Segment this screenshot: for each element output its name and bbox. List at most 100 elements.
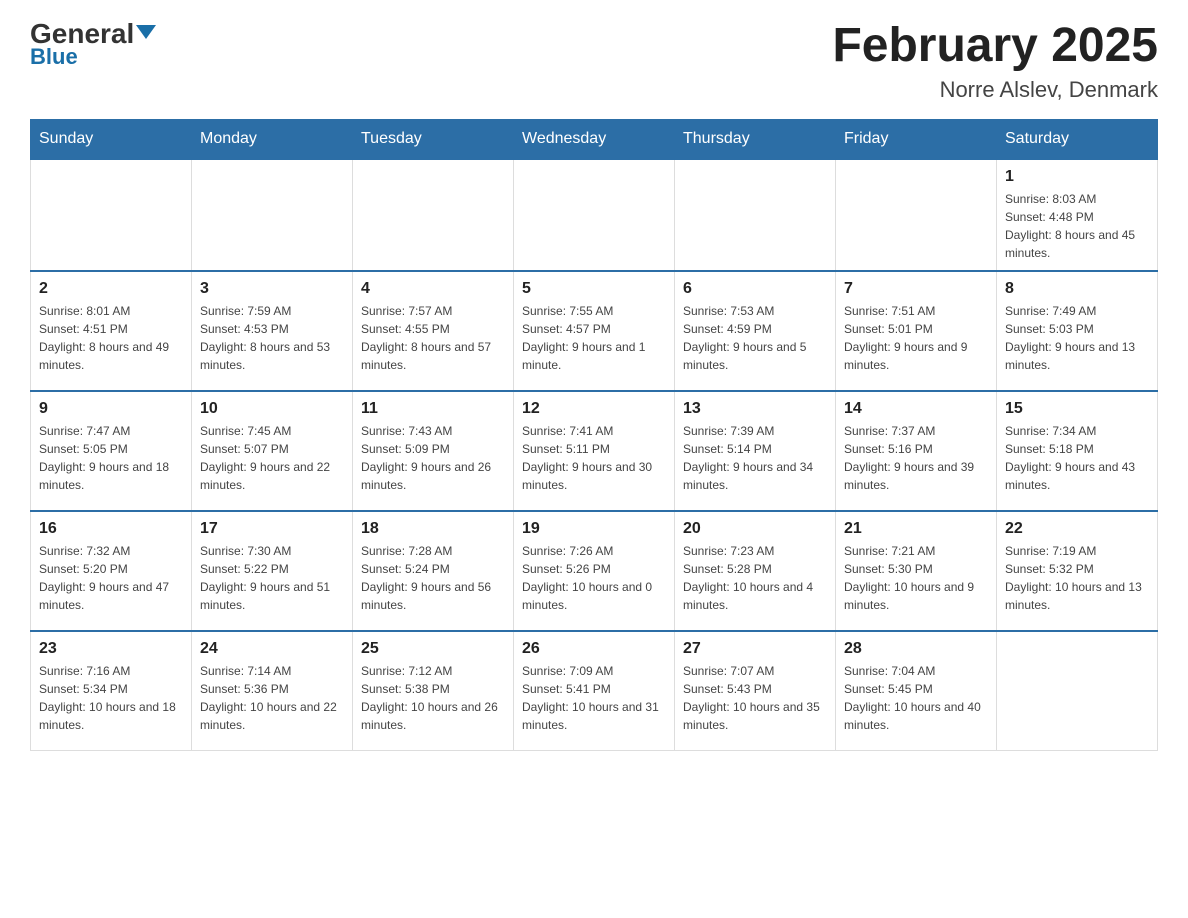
day-info: Sunrise: 8:03 AMSunset: 4:48 PMDaylight:… xyxy=(1005,190,1149,262)
calendar-cell: 5Sunrise: 7:55 AMSunset: 4:57 PMDaylight… xyxy=(514,271,675,391)
day-number: 28 xyxy=(844,640,988,658)
day-number: 17 xyxy=(200,520,344,538)
day-number: 3 xyxy=(200,280,344,298)
day-info: Sunrise: 7:59 AMSunset: 4:53 PMDaylight:… xyxy=(200,302,344,374)
logo-blue-text: Blue xyxy=(30,44,78,70)
calendar-cell xyxy=(31,159,192,271)
day-info: Sunrise: 7:12 AMSunset: 5:38 PMDaylight:… xyxy=(361,662,505,734)
calendar-cell: 15 Sunrise: 7:34 AMSunset: 5:18 PMDayligh… xyxy=(997,391,1158,511)
day-info: Sunrise: 7:21 AMSunset: 5:30 PMDaylight:… xyxy=(844,542,988,614)
day-info: Sunrise: 7:16 AMSunset: 5:34 PMDaylight:… xyxy=(39,662,183,734)
days-of-week-row: Sunday Monday Tuesday Wednesday Thursday… xyxy=(31,119,1158,159)
calendar-week-5: 23Sunrise: 7:16 AMSunset: 5:34 PMDayligh… xyxy=(31,631,1158,751)
day-number: 10 xyxy=(200,400,344,418)
day-number: 13 xyxy=(683,400,827,418)
day-number: 9 xyxy=(39,400,183,418)
logo-triangle-icon xyxy=(136,25,156,39)
day-info: Sunrise: 7:51 AMSunset: 5:01 PMDaylight:… xyxy=(844,302,988,374)
logo: General Blue xyxy=(30,20,156,70)
calendar-week-2: 2Sunrise: 8:01 AMSunset: 4:51 PMDaylight… xyxy=(31,271,1158,391)
calendar-cell: 9 Sunrise: 7:47 AMSunset: 5:05 PMDaylight… xyxy=(31,391,192,511)
day-info: Sunrise: 7:26 AMSunset: 5:26 PMDaylight:… xyxy=(522,542,666,614)
day-number: 14 xyxy=(844,400,988,418)
calendar-cell: 28 Sunrise: 7:04 AMSunset: 5:45 PMDayligh… xyxy=(836,631,997,751)
calendar-cell: 24 Sunrise: 7:14 AMSunset: 5:36 PMDayligh… xyxy=(192,631,353,751)
day-info: Sunrise: 7:57 AMSunset: 4:55 PMDaylight:… xyxy=(361,302,505,374)
calendar-cell: 8 Sunrise: 7:49 AMSunset: 5:03 PMDaylight… xyxy=(997,271,1158,391)
location-title: Norre Alslev, Denmark xyxy=(832,77,1158,103)
day-info: Sunrise: 7:43 AMSunset: 5:09 PMDaylight:… xyxy=(361,422,505,494)
month-title: February 2025 xyxy=(832,20,1158,73)
day-info: Sunrise: 7:39 AMSunset: 5:14 PMDaylight:… xyxy=(683,422,827,494)
calendar-cell: 17 Sunrise: 7:30 AMSunset: 5:22 PMDayligh… xyxy=(192,511,353,631)
calendar-cell: 6 Sunrise: 7:53 AMSunset: 4:59 PMDaylight… xyxy=(675,271,836,391)
calendar-cell: 12 Sunrise: 7:41 AMSunset: 5:11 PMDayligh… xyxy=(514,391,675,511)
day-info: Sunrise: 7:28 AMSunset: 5:24 PMDaylight:… xyxy=(361,542,505,614)
day-info: Sunrise: 7:30 AMSunset: 5:22 PMDaylight:… xyxy=(200,542,344,614)
day-number: 4 xyxy=(361,280,505,298)
day-info: Sunrise: 7:47 AMSunset: 5:05 PMDaylight:… xyxy=(39,422,183,494)
day-info: Sunrise: 7:07 AMSunset: 5:43 PMDaylight:… xyxy=(683,662,827,734)
day-info: Sunrise: 7:32 AMSunset: 5:20 PMDaylight:… xyxy=(39,542,183,614)
calendar-cell: 4 Sunrise: 7:57 AMSunset: 4:55 PMDaylight… xyxy=(353,271,514,391)
calendar-cell: 27Sunrise: 7:07 AMSunset: 5:43 PMDayligh… xyxy=(675,631,836,751)
calendar-cell: 11 Sunrise: 7:43 AMSunset: 5:09 PMDayligh… xyxy=(353,391,514,511)
header-monday: Monday xyxy=(192,119,353,159)
calendar-cell: 7Sunrise: 7:51 AMSunset: 5:01 PMDaylight… xyxy=(836,271,997,391)
day-number: 20 xyxy=(683,520,827,538)
day-number: 24 xyxy=(200,640,344,658)
calendar-cell: 21 Sunrise: 7:21 AMSunset: 5:30 PMDayligh… xyxy=(836,511,997,631)
day-number: 26 xyxy=(522,640,666,658)
day-info: Sunrise: 7:04 AMSunset: 5:45 PMDaylight:… xyxy=(844,662,988,734)
day-number: 12 xyxy=(522,400,666,418)
day-info: Sunrise: 7:45 AMSunset: 5:07 PMDaylight:… xyxy=(200,422,344,494)
page-header: General Blue February 2025 Norre Alslev,… xyxy=(30,20,1158,103)
day-number: 5 xyxy=(522,280,666,298)
calendar-cell: 25 Sunrise: 7:12 AMSunset: 5:38 PMDayligh… xyxy=(353,631,514,751)
day-info: Sunrise: 7:34 AMSunset: 5:18 PMDaylight:… xyxy=(1005,422,1149,494)
day-info: Sunrise: 7:41 AMSunset: 5:11 PMDaylight:… xyxy=(522,422,666,494)
calendar-cell: 23Sunrise: 7:16 AMSunset: 5:34 PMDayligh… xyxy=(31,631,192,751)
calendar-cell xyxy=(353,159,514,271)
day-info: Sunrise: 7:49 AMSunset: 5:03 PMDaylight:… xyxy=(1005,302,1149,374)
calendar-cell: 26Sunrise: 7:09 AMSunset: 5:41 PMDayligh… xyxy=(514,631,675,751)
title-area: February 2025 Norre Alslev, Denmark xyxy=(832,20,1158,103)
header-sunday: Sunday xyxy=(31,119,192,159)
day-number: 19 xyxy=(522,520,666,538)
day-info: Sunrise: 7:19 AMSunset: 5:32 PMDaylight:… xyxy=(1005,542,1149,614)
day-info: Sunrise: 8:01 AMSunset: 4:51 PMDaylight:… xyxy=(39,302,183,374)
day-number: 25 xyxy=(361,640,505,658)
day-number: 1 xyxy=(1005,168,1149,186)
day-number: 22 xyxy=(1005,520,1149,538)
day-number: 16 xyxy=(39,520,183,538)
header-tuesday: Tuesday xyxy=(353,119,514,159)
day-number: 18 xyxy=(361,520,505,538)
header-saturday: Saturday xyxy=(997,119,1158,159)
day-number: 8 xyxy=(1005,280,1149,298)
calendar-cell xyxy=(836,159,997,271)
calendar-cell: 18 Sunrise: 7:28 AMSunset: 5:24 PMDayligh… xyxy=(353,511,514,631)
calendar-cell xyxy=(192,159,353,271)
calendar-cell xyxy=(514,159,675,271)
calendar-cell: 10 Sunrise: 7:45 AMSunset: 5:07 PMDayligh… xyxy=(192,391,353,511)
day-info: Sunrise: 7:37 AMSunset: 5:16 PMDaylight:… xyxy=(844,422,988,494)
calendar-cell: 13 Sunrise: 7:39 AMSunset: 5:14 PMDayligh… xyxy=(675,391,836,511)
calendar-week-3: 9 Sunrise: 7:47 AMSunset: 5:05 PMDaylight… xyxy=(31,391,1158,511)
day-number: 11 xyxy=(361,400,505,418)
day-info: Sunrise: 7:23 AMSunset: 5:28 PMDaylight:… xyxy=(683,542,827,614)
calendar-cell: 1 Sunrise: 8:03 AMSunset: 4:48 PMDaylight… xyxy=(997,159,1158,271)
calendar-header: Sunday Monday Tuesday Wednesday Thursday… xyxy=(31,119,1158,159)
calendar-cell: 22 Sunrise: 7:19 AMSunset: 5:32 PMDayligh… xyxy=(997,511,1158,631)
day-info: Sunrise: 7:14 AMSunset: 5:36 PMDaylight:… xyxy=(200,662,344,734)
calendar-table: Sunday Monday Tuesday Wednesday Thursday… xyxy=(30,119,1158,752)
calendar-week-1: 1 Sunrise: 8:03 AMSunset: 4:48 PMDaylight… xyxy=(31,159,1158,271)
calendar-week-4: 16 Sunrise: 7:32 AMSunset: 5:20 PMDayligh… xyxy=(31,511,1158,631)
day-number: 21 xyxy=(844,520,988,538)
calendar-cell: 3 Sunrise: 7:59 AMSunset: 4:53 PMDaylight… xyxy=(192,271,353,391)
day-number: 15 xyxy=(1005,400,1149,418)
calendar-cell: 14 Sunrise: 7:37 AMSunset: 5:16 PMDayligh… xyxy=(836,391,997,511)
header-thursday: Thursday xyxy=(675,119,836,159)
day-info: Sunrise: 7:53 AMSunset: 4:59 PMDaylight:… xyxy=(683,302,827,374)
calendar-cell: 19 Sunrise: 7:26 AMSunset: 5:26 PMDayligh… xyxy=(514,511,675,631)
day-number: 6 xyxy=(683,280,827,298)
